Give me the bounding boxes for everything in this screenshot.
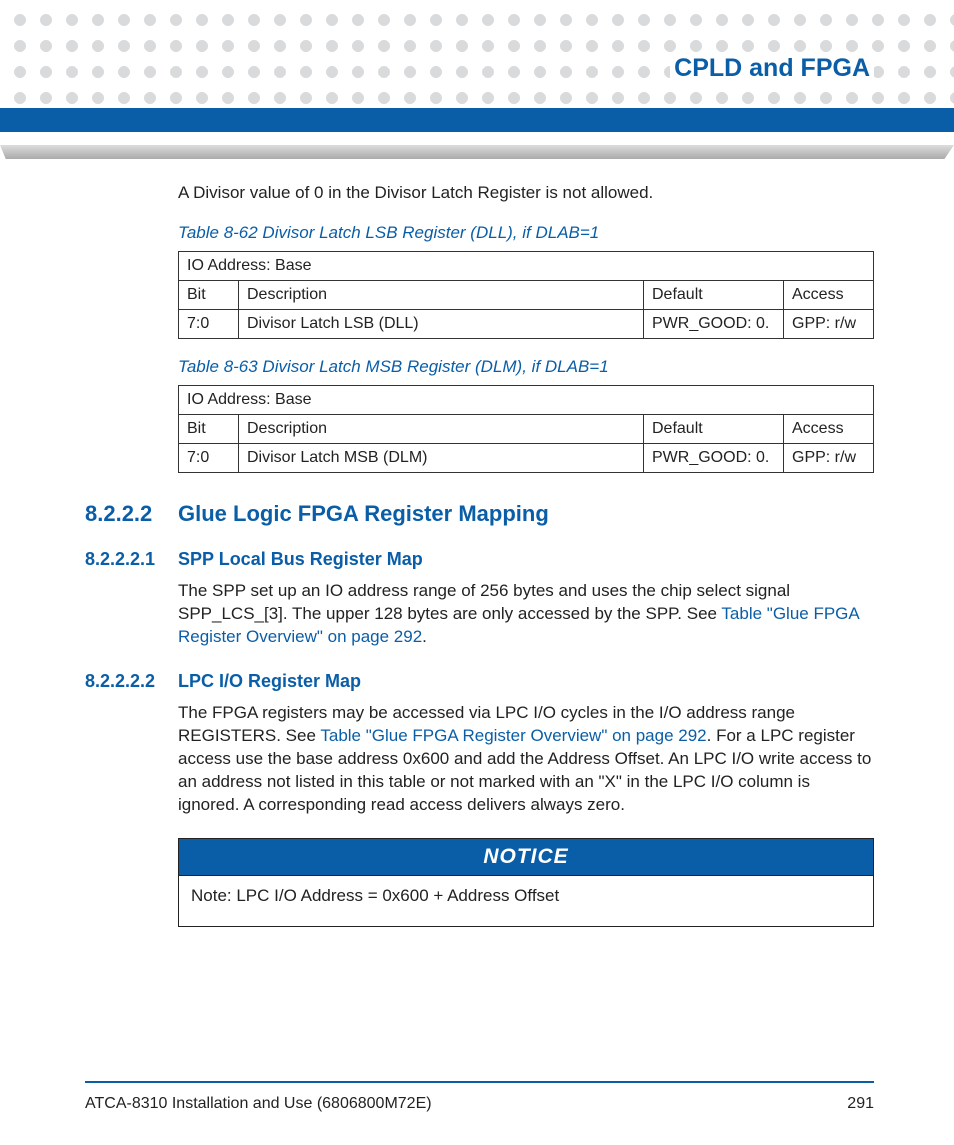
cell-bit: 7:0 <box>179 309 239 338</box>
cell-desc: Divisor Latch LSB (DLL) <box>239 309 644 338</box>
section-title: Glue Logic FPGA Register Mapping <box>178 501 549 527</box>
table-row: IO Address: Base <box>179 385 874 414</box>
text-fragment: The SPP set up an IO address range of 25… <box>178 581 790 623</box>
col-header-bit: Bit <box>179 414 239 443</box>
cell-default: PWR_GOOD: 0. <box>644 309 784 338</box>
table-row: Bit Description Default Access <box>179 414 874 443</box>
col-header-bit: Bit <box>179 280 239 309</box>
cell-desc: Divisor Latch MSB (DLM) <box>239 443 644 472</box>
notice-box: NOTICE Note: LPC I/O Address = 0x600 + A… <box>178 838 874 927</box>
table-8-62-caption: Table 8-62 Divisor Latch LSB Register (D… <box>178 223 874 243</box>
footer-page-number: 291 <box>847 1095 874 1113</box>
footer-doc-title: ATCA-8310 Installation and Use (6806800M… <box>85 1095 432 1113</box>
sec-82222-paragraph: The FPGA registers may be accessed via L… <box>178 702 874 817</box>
cell-default: PWR_GOOD: 0. <box>644 443 784 472</box>
chapter-title: CPLD and FPGA <box>670 52 874 85</box>
table-row: Bit Description Default Access <box>179 280 874 309</box>
sec-82221-paragraph: The SPP set up an IO address range of 25… <box>178 580 874 649</box>
col-header-default: Default <box>644 280 784 309</box>
cross-reference-link[interactable]: Table "Glue FPGA Register Overview" on p… <box>320 726 706 745</box>
header-gray-bevel <box>0 145 954 159</box>
io-address-cell: IO Address: Base <box>179 385 874 414</box>
cell-access: GPP: r/w <box>784 443 874 472</box>
table-row: 7:0 Divisor Latch LSB (DLL) PWR_GOOD: 0.… <box>179 309 874 338</box>
cell-bit: 7:0 <box>179 443 239 472</box>
col-header-desc: Description <box>239 414 644 443</box>
table-row: IO Address: Base <box>179 251 874 280</box>
footer-rule <box>85 1081 874 1083</box>
col-header-access: Access <box>784 280 874 309</box>
table-8-63-caption: Table 8-63 Divisor Latch MSB Register (D… <box>178 357 874 377</box>
table-8-63: IO Address: Base Bit Description Default… <box>178 385 874 473</box>
text-fragment: . <box>422 627 427 646</box>
subsection-number: 8.2.2.2.2 <box>85 671 178 692</box>
cell-access: GPP: r/w <box>784 309 874 338</box>
subsection-title: LPC I/O Register Map <box>178 671 361 692</box>
header-blue-stripe <box>0 108 954 132</box>
intro-paragraph: A Divisor value of 0 in the Divisor Latc… <box>178 182 874 205</box>
subsection-title: SPP Local Bus Register Map <box>178 549 423 570</box>
section-8-2-2-2-1: 8.2.2.2.1 SPP Local Bus Register Map <box>85 549 874 570</box>
io-address-cell: IO Address: Base <box>179 251 874 280</box>
col-header-desc: Description <box>239 280 644 309</box>
notice-header: NOTICE <box>179 839 873 876</box>
table-8-62: IO Address: Base Bit Description Default… <box>178 251 874 339</box>
subsection-number: 8.2.2.2.1 <box>85 549 178 570</box>
notice-body: Note: LPC I/O Address = 0x600 + Address … <box>179 876 873 926</box>
section-8-2-2-2-2: 8.2.2.2.2 LPC I/O Register Map <box>85 671 874 692</box>
section-8-2-2-2: 8.2.2.2 Glue Logic FPGA Register Mapping <box>85 501 874 527</box>
col-header-default: Default <box>644 414 784 443</box>
col-header-access: Access <box>784 414 874 443</box>
table-row: 7:0 Divisor Latch MSB (DLM) PWR_GOOD: 0.… <box>179 443 874 472</box>
section-number: 8.2.2.2 <box>85 501 178 527</box>
